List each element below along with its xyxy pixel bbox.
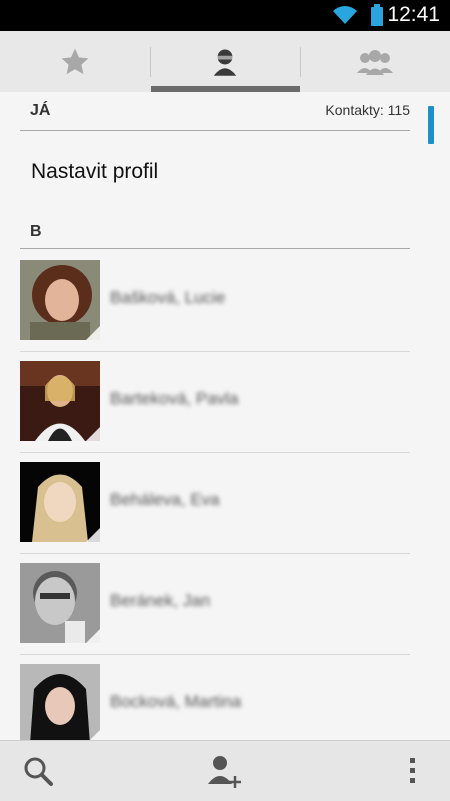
- contact-row[interactable]: Beránek, Jan: [20, 553, 410, 655]
- status-bar: 12:41: [0, 0, 450, 31]
- contact-name: Barteková, Pavla: [110, 389, 239, 408]
- search-button[interactable]: [0, 741, 75, 801]
- group-icon: [357, 49, 393, 75]
- star-icon: [61, 48, 89, 74]
- overflow-menu-icon: [409, 758, 415, 783]
- wifi-icon: [333, 6, 357, 24]
- quick-contact-badge: [86, 326, 100, 340]
- contact-photo[interactable]: [20, 462, 100, 542]
- clock: 12:41: [387, 3, 440, 26]
- person-icon: [213, 49, 237, 76]
- contact-photo[interactable]: [20, 361, 100, 441]
- contact-name: Bocková, Martina: [110, 692, 242, 711]
- me-label: JÁ: [30, 102, 51, 119]
- tab-favorites[interactable]: [0, 31, 150, 92]
- contact-name: Beránek, Jan: [110, 591, 211, 610]
- contact-photo[interactable]: [20, 260, 100, 340]
- tab-contacts[interactable]: [150, 31, 300, 92]
- setup-profile-item[interactable]: Nastavit profil: [31, 160, 158, 184]
- contact-count: Kontakty: 115: [325, 102, 410, 118]
- contact-photo[interactable]: [20, 563, 100, 643]
- contact-row[interactable]: Bašková, Lucie: [20, 250, 410, 352]
- contact-list[interactable]: JÁ Kontakty: 115 Nastavit profil B Baško…: [0, 92, 450, 740]
- tab-bar: [0, 31, 450, 93]
- fast-scroll-thumb[interactable]: [428, 106, 434, 144]
- tab-groups[interactable]: [300, 31, 450, 92]
- section-letter: B: [30, 223, 42, 240]
- section-header-b: B: [20, 214, 410, 249]
- add-contact-icon: [208, 756, 241, 788]
- quick-contact-badge: [86, 730, 100, 740]
- contact-name: Beháleva, Eva: [110, 490, 220, 509]
- contact-name: Bašková, Lucie: [110, 288, 226, 307]
- add-contact-button[interactable]: [187, 741, 263, 801]
- contact-row[interactable]: Beháleva, Eva: [20, 452, 410, 554]
- quick-contact-badge: [86, 427, 100, 441]
- quick-contact-badge: [86, 629, 100, 643]
- contact-row[interactable]: Bocková, Martina: [20, 654, 410, 740]
- quick-contact-badge: [86, 528, 100, 542]
- overflow-menu-button[interactable]: [390, 741, 435, 801]
- me-section-header: JÁ Kontakty: 115: [20, 92, 410, 131]
- search-icon: [24, 757, 53, 786]
- bottom-action-bar: [0, 740, 450, 801]
- contact-row[interactable]: Barteková, Pavla: [20, 351, 410, 453]
- contact-photo[interactable]: [20, 664, 100, 740]
- battery-icon: [371, 4, 383, 26]
